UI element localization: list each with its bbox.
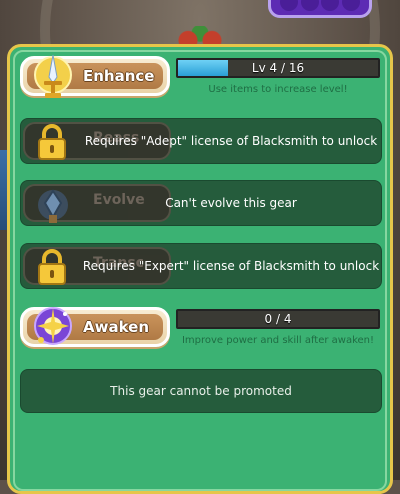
- enhance-label: Enhance: [83, 67, 155, 85]
- sword-trophy-icon: [34, 54, 72, 98]
- gem-slot: [321, 0, 340, 11]
- transcend-locked-panel: Transc Requires "Expert" license of Blac…: [20, 243, 382, 289]
- enhance-level-bar: Lv 4 / 16: [176, 58, 380, 78]
- awaken-label: Awaken: [83, 318, 150, 336]
- reassemble-locked-panel: Reass Requires "Adept" license of Blacks…: [20, 118, 382, 164]
- awaken-button[interactable]: Awaken: [20, 307, 170, 347]
- transcend-lock-message: Requires "Expert" license of Blacksmith …: [82, 259, 380, 273]
- reassemble-lock-message: Requires "Adept" license of Blacksmith t…: [84, 134, 378, 148]
- promote-notice: This gear cannot be promoted: [20, 369, 382, 413]
- enhance-button[interactable]: Enhance: [20, 54, 170, 98]
- enhance-hint: Use items to increase level!: [208, 84, 348, 95]
- gem-slot: [280, 0, 299, 11]
- top-gem-slots: [268, 0, 372, 18]
- enhance-row: Enhance Lv 4 / 16 Use items to increase …: [20, 54, 382, 102]
- awaken-progress-bar: 0 / 4: [176, 309, 380, 329]
- awaken-row: Awaken 0 / 4 Improve power and skill aft…: [20, 307, 382, 353]
- evolve-message: Can't evolve this gear: [165, 196, 297, 210]
- evolve-locked-panel: Evolve Can't evolve this gear: [20, 180, 382, 226]
- enhance-level-text: Lv 4 / 16: [251, 61, 305, 75]
- awaken-progress-text: 0 / 4: [264, 312, 292, 326]
- gem-slot: [341, 0, 360, 11]
- awaken-hint: Improve power and skill after awaken!: [181, 335, 375, 346]
- awaken-sparkle-icon: [34, 307, 72, 345]
- gem-slot: [300, 0, 319, 11]
